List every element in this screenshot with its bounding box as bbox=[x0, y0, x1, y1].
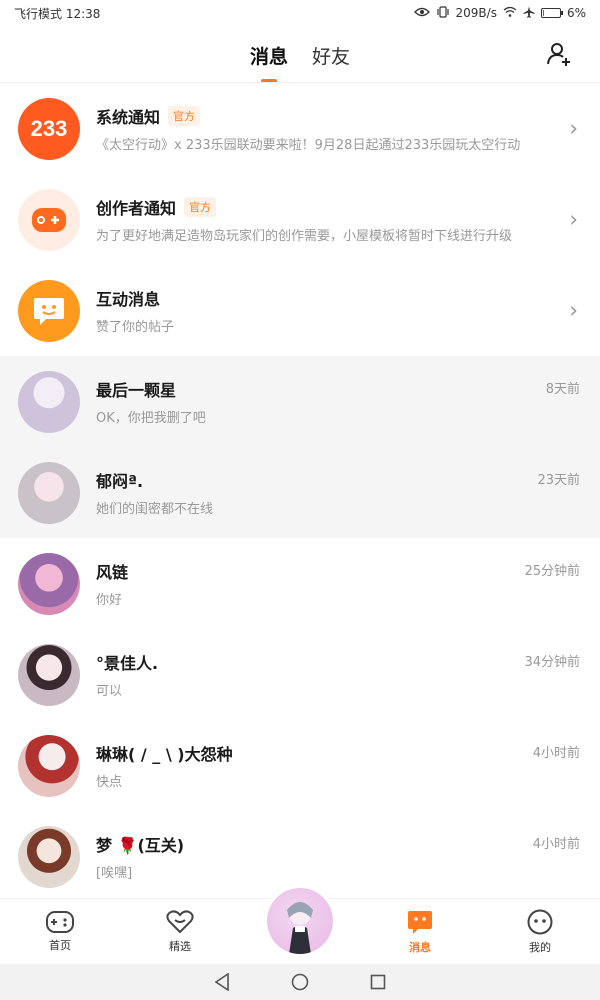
heart-icon bbox=[166, 910, 194, 934]
conversation-row[interactable]: 风链 你好 25分钟前 bbox=[0, 538, 600, 629]
interaction-message-text: 互动消息 赞了你的帖子 bbox=[96, 286, 600, 335]
back-icon[interactable] bbox=[211, 971, 233, 993]
airplane-icon bbox=[523, 6, 535, 21]
nav-home[interactable]: 首页 bbox=[0, 899, 120, 965]
face-icon bbox=[527, 909, 553, 935]
status-right: 209B/s 6% bbox=[413, 5, 586, 21]
wifi-icon bbox=[503, 6, 517, 20]
title-line: 互动消息 bbox=[96, 286, 540, 310]
title-line: 系统通知 官方 bbox=[96, 104, 540, 128]
net-speed: 209B/s bbox=[455, 6, 497, 20]
conversation-row[interactable]: 琳琳( / _ \ )大怨种 快点 4小时前 bbox=[0, 720, 600, 811]
avatar bbox=[18, 825, 80, 888]
header: 消息 好友 bbox=[0, 26, 600, 84]
interaction-message-row[interactable]: 互动消息 赞了你的帖子 › bbox=[0, 265, 600, 356]
message-time: 23天前 bbox=[537, 473, 580, 488]
gamepad-icon bbox=[46, 911, 74, 933]
conversation-row[interactable]: °景佳人. 可以 34分钟前 bbox=[0, 629, 600, 720]
conversation-text: 琳琳( / _ \ )大怨种 快点 bbox=[96, 741, 600, 790]
tab-friends-label: 好友 bbox=[312, 45, 351, 68]
interaction-message-title: 互动消息 bbox=[96, 290, 161, 309]
center-avatar-button[interactable] bbox=[263, 884, 337, 958]
message-list: 233 系统通知 官方 《太空行动》x 233乐园联动要来啦！9月28日起通过2… bbox=[0, 83, 600, 902]
last-message: 快点 bbox=[96, 775, 123, 790]
conversation-text: 梦 🌹(互关) [唉嘿] bbox=[96, 832, 600, 881]
center-avatar-image bbox=[267, 888, 333, 954]
battery-fill bbox=[542, 10, 544, 16]
nav-featured-label: 精选 bbox=[169, 940, 191, 953]
message-time: 25分钟前 bbox=[524, 564, 580, 579]
tab-friends[interactable]: 好友 bbox=[310, 38, 352, 73]
status-bar: 飞行模式 12:38 209B/s 6% bbox=[0, 0, 600, 26]
nav-featured[interactable]: 精选 bbox=[120, 899, 240, 965]
message-time: 34分钟前 bbox=[524, 655, 580, 670]
vibrate-icon bbox=[436, 5, 450, 21]
battery-percent: 6% bbox=[566, 6, 586, 20]
message-time: 4小时前 bbox=[532, 746, 580, 761]
message-time: 8天前 bbox=[545, 382, 580, 397]
nav-profile-label: 我的 bbox=[529, 941, 551, 954]
system-notification-preview: 《太空行动》x 233乐园联动要来啦！9月28日起通过233乐园玩太空行动 bbox=[96, 138, 521, 153]
conversation-text: 最后一颗星 OK，你把我删了吧 bbox=[96, 377, 600, 426]
nav-home-label: 首页 bbox=[49, 939, 71, 952]
system-notification-text: 系统通知 官方 《太空行动》x 233乐园联动要来啦！9月28日起通过233乐园… bbox=[96, 104, 600, 153]
nav-profile[interactable]: 我的 bbox=[480, 899, 600, 965]
system-notification-title: 系统通知 bbox=[96, 108, 161, 127]
conversation-text: 郁闷ª. 她们的闺密都不在线 bbox=[96, 468, 600, 517]
avatar bbox=[18, 370, 80, 433]
chevron-right-icon: › bbox=[569, 207, 578, 232]
chevron-right-icon: › bbox=[569, 298, 578, 323]
contact-name: °景佳人. bbox=[96, 654, 159, 673]
home-icon[interactable] bbox=[289, 971, 311, 993]
conversation-row[interactable]: 最后一颗星 OK，你把我删了吧 8天前 bbox=[0, 356, 600, 447]
conversation-row[interactable]: 郁闷ª. 她们的闺密都不在线 23天前 bbox=[0, 447, 600, 538]
chat-icon bbox=[408, 911, 432, 934]
tab-messages[interactable]: 消息 bbox=[248, 38, 290, 83]
add-friend-icon[interactable] bbox=[546, 40, 574, 68]
last-message: 你好 bbox=[96, 593, 123, 608]
gamepad-icon bbox=[32, 207, 66, 232]
interaction-avatar bbox=[18, 279, 80, 342]
contact-name: 最后一颗星 bbox=[96, 381, 177, 400]
last-message: 可以 bbox=[96, 684, 123, 699]
contact-name: 郁闷ª. bbox=[96, 472, 144, 491]
contact-name: 梦 🌹(互关) bbox=[96, 836, 185, 855]
status-left-text: 飞行模式 12:38 bbox=[14, 6, 101, 21]
message-time: 4小时前 bbox=[532, 837, 580, 852]
official-badge: 官方 bbox=[168, 106, 201, 126]
interaction-message-preview: 赞了你的帖子 bbox=[96, 320, 175, 335]
creator-notification-text: 创作者通知 官方 为了更好地满足造物岛玩家们的创作需要，小屋模板将暂时下线进行升… bbox=[96, 195, 600, 244]
eye-icon bbox=[413, 6, 430, 20]
nav-messages[interactable]: 消息 bbox=[360, 899, 480, 965]
system-nav-bar bbox=[0, 964, 600, 1000]
official-badge: 官方 bbox=[184, 197, 217, 217]
avatar bbox=[18, 734, 80, 797]
chat-smile-icon bbox=[34, 297, 64, 325]
tab-messages-label: 消息 bbox=[249, 45, 288, 68]
recents-icon[interactable] bbox=[367, 971, 389, 993]
creator-notification-title: 创作者通知 bbox=[96, 199, 177, 218]
battery-icon bbox=[540, 8, 563, 18]
system-notification-row[interactable]: 233 系统通知 官方 《太空行动》x 233乐园联动要来啦！9月28日起通过2… bbox=[0, 83, 600, 174]
avatar bbox=[18, 552, 80, 615]
avatar bbox=[18, 461, 80, 524]
last-message: OK，你把我删了吧 bbox=[96, 411, 206, 426]
creator-notification-row[interactable]: 创作者通知 官方 为了更好地满足造物岛玩家们的创作需要，小屋模板将暂时下线进行升… bbox=[0, 174, 600, 265]
logo-233: 233 bbox=[18, 97, 80, 160]
contact-name: 琳琳( / _ \ )大怨种 bbox=[96, 745, 233, 764]
title-line: 创作者通知 官方 bbox=[96, 195, 540, 219]
last-message: [唉嘿] bbox=[96, 866, 133, 881]
tab-bar: 消息 好友 bbox=[248, 38, 352, 83]
last-message: 她们的闺密都不在线 bbox=[96, 502, 214, 517]
creator-avatar bbox=[18, 188, 80, 251]
nav-messages-label: 消息 bbox=[409, 941, 431, 954]
logo-233-text: 233 bbox=[30, 115, 68, 141]
avatar bbox=[18, 643, 80, 706]
contact-name: 风链 bbox=[96, 563, 129, 582]
chevron-right-icon: › bbox=[569, 116, 578, 141]
creator-notification-preview: 为了更好地满足造物岛玩家们的创作需要，小屋模板将暂时下线进行升级 bbox=[96, 229, 513, 244]
